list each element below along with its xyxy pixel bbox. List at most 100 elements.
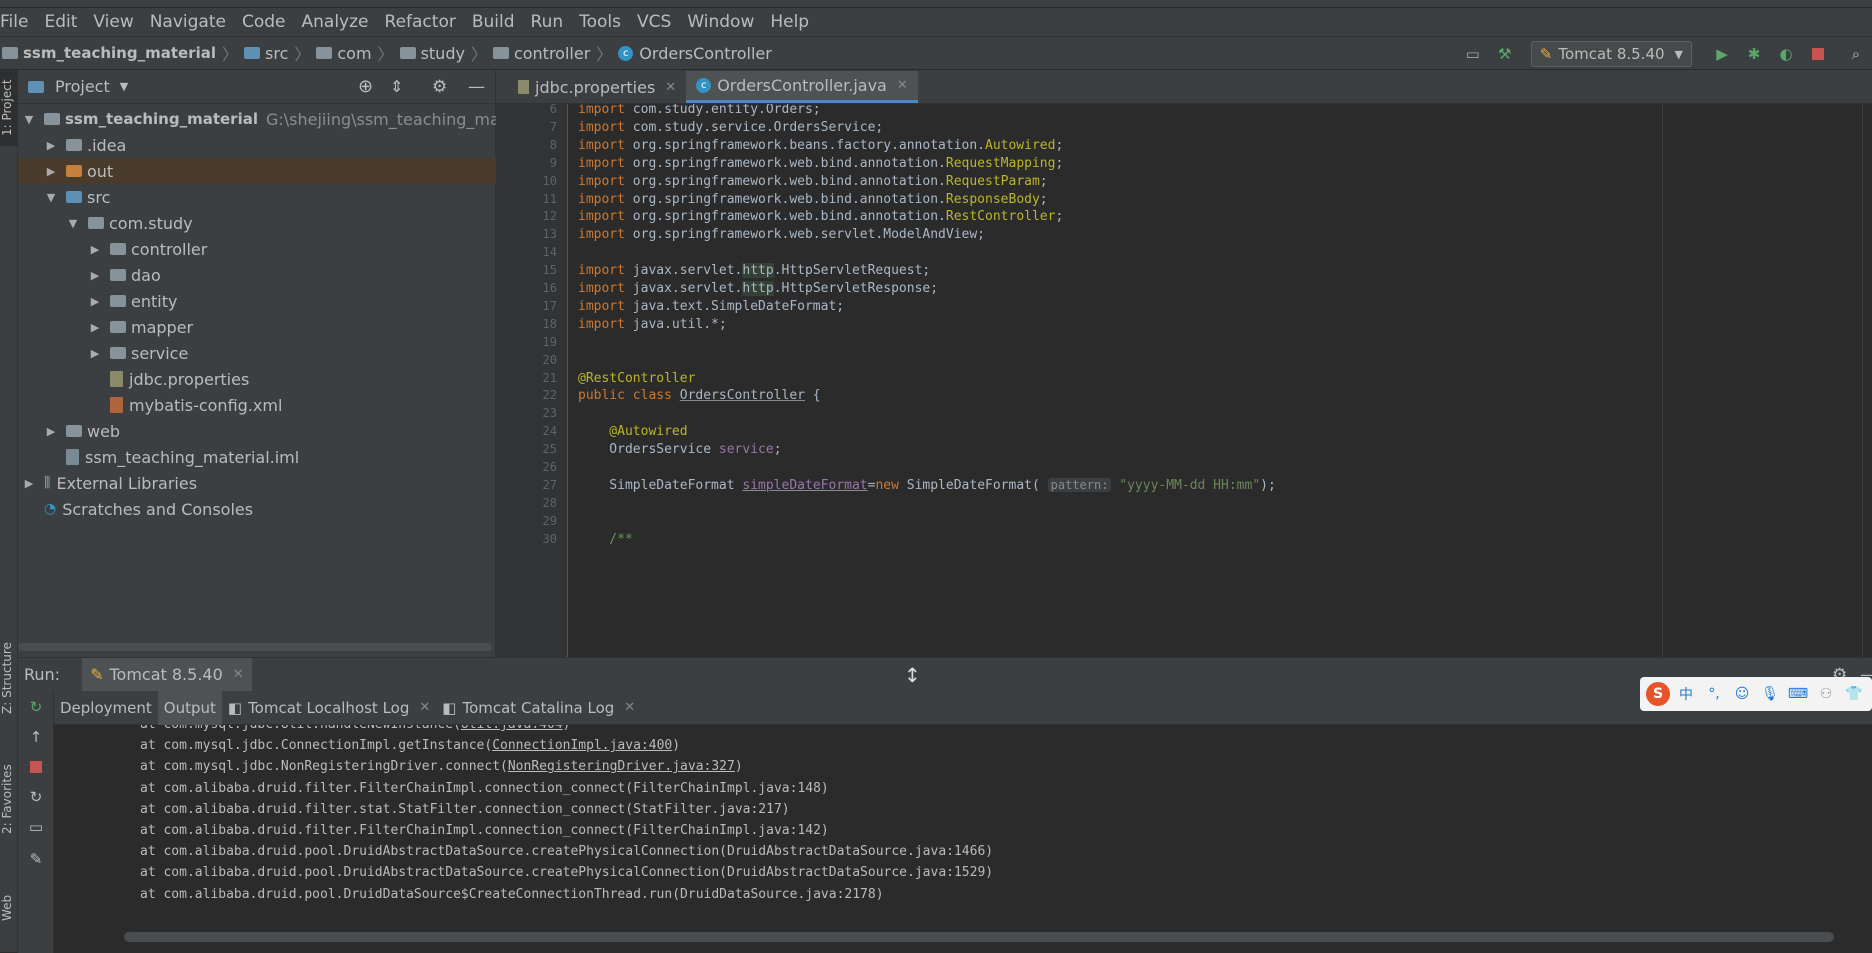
rerun-icon[interactable]: ↻ (24, 695, 48, 719)
tool-tab-structure[interactable]: Z: Structure (0, 630, 18, 726)
user-icon[interactable]: ⚇ (1814, 682, 1838, 706)
menu-analyze[interactable]: Analyze (302, 12, 369, 32)
run-configuration-select[interactable]: ✎ Tomcat 8.5.40 ▼ (1530, 41, 1692, 67)
menu-view[interactable]: View (93, 12, 133, 32)
breadcrumb-src[interactable]: src (265, 44, 288, 63)
debug-icon[interactable]: ✱ (1742, 42, 1766, 66)
menu-window[interactable]: Window (687, 12, 754, 32)
tree-item-mapper[interactable]: ▶ mapper (88, 314, 193, 340)
tree-item-scratches[interactable]: ◔ Scratches and Consoles (44, 496, 253, 522)
tree-item-com-study[interactable]: ▼ com.study (66, 210, 193, 236)
tree-item-root[interactable]: ▼ ssm_teaching_material G:\shejiing\ssm_… (22, 106, 541, 132)
close-icon[interactable]: ✕ (665, 80, 676, 95)
build-hammer-icon[interactable]: ⚒ (1493, 42, 1517, 66)
tree-item-out[interactable]: ▶ out (18, 158, 496, 184)
breadcrumb-class[interactable]: OrdersController (639, 44, 772, 63)
tab-output[interactable]: Output (157, 690, 222, 725)
tab-orders-controller[interactable]: c OrdersController.java ✕ (686, 71, 918, 103)
tool-tab-web[interactable]: Web (0, 880, 18, 936)
pin-icon[interactable]: ✎ (24, 847, 48, 871)
close-icon[interactable]: ✕ (233, 667, 244, 682)
menu-bar: File Edit View Navigate Code Analyze Ref… (0, 8, 1872, 36)
breadcrumb-controller[interactable]: controller (514, 44, 590, 63)
console-horizontal-scrollbar[interactable] (124, 932, 1834, 942)
close-icon[interactable]: ✕ (624, 700, 635, 715)
menu-file[interactable]: File (0, 12, 28, 32)
console-output[interactable]: at com.mysql.jdbc.Util.handleNewInstance… (54, 725, 1872, 953)
tab-tomcat-localhost-log[interactable]: ◧ Tomcat Localhost Log ✕ (222, 691, 436, 725)
menu-help[interactable]: Help (770, 12, 809, 32)
close-icon[interactable]: ✕ (419, 700, 430, 715)
run-config-tab[interactable]: ✎ Tomcat 8.5.40 ✕ (82, 658, 252, 691)
ime-mode-toggle[interactable]: 中 (1674, 682, 1698, 706)
expand-arrow-icon[interactable]: ▶ (44, 139, 58, 152)
tab-deployment[interactable]: Deployment (54, 691, 158, 725)
menu-edit[interactable]: Edit (44, 12, 77, 32)
expand-arrow-icon[interactable]: ▼ (66, 217, 80, 230)
skin-shirt-icon[interactable]: 👕 (1842, 682, 1866, 706)
project-structure-icon[interactable]: ▭ (1461, 42, 1485, 66)
expand-arrow-icon[interactable]: ▶ (88, 295, 102, 308)
menu-vcs[interactable]: VCS (637, 12, 671, 32)
scratches-icon: ◔ (44, 501, 57, 517)
coverage-icon[interactable]: ◐ (1774, 42, 1798, 66)
up-arrow-icon[interactable]: ↑ (24, 725, 48, 749)
menu-tools[interactable]: Tools (579, 12, 621, 32)
tab-tomcat-catalina-log[interactable]: ◧ Tomcat Catalina Log ✕ (436, 691, 641, 725)
close-icon[interactable]: ✕ (897, 78, 908, 93)
project-panel-title[interactable]: Project (55, 77, 110, 96)
tree-item-iml[interactable]: ssm_teaching_material.iml (66, 444, 299, 470)
chevron-down-icon[interactable]: ▼ (120, 80, 128, 93)
tree-item-dao[interactable]: ▶ dao (88, 262, 161, 288)
hide-panel-icon[interactable]: — (468, 77, 485, 97)
menu-code[interactable]: Code (242, 12, 286, 32)
emoji-icon[interactable]: ☺ (1730, 682, 1754, 706)
expand-arrow-icon[interactable]: ▼ (22, 113, 36, 126)
sogou-logo-icon[interactable]: S (1646, 682, 1670, 706)
horizontal-scrollbar[interactable] (18, 643, 492, 651)
expand-arrow-icon[interactable]: ▶ (44, 165, 58, 178)
expand-arrow-icon[interactable]: ▶ (88, 347, 102, 360)
menu-refactor[interactable]: Refactor (385, 12, 456, 32)
menu-build[interactable]: Build (472, 12, 515, 32)
expand-arrow-icon[interactable]: ▶ (88, 269, 102, 282)
tree-item-mybatis-config[interactable]: mybatis-config.xml (110, 392, 282, 418)
expand-arrow-icon[interactable]: ▶ (88, 243, 102, 256)
expand-arrow-icon[interactable]: ▶ (22, 477, 36, 490)
menu-navigate[interactable]: Navigate (150, 12, 226, 32)
tree-item-service[interactable]: ▶ service (88, 340, 189, 366)
tree-item-src[interactable]: ▼ src (44, 184, 111, 210)
breadcrumb-study[interactable]: study (421, 44, 465, 63)
tree-item-controller[interactable]: ▶ controller (88, 236, 208, 262)
tree-item-idea[interactable]: ▶ .idea (44, 132, 127, 158)
tree-item-entity[interactable]: ▶ entity (88, 288, 178, 314)
collapse-all-icon[interactable]: ⇕ (390, 77, 403, 96)
locate-icon[interactable]: ⊕ (358, 76, 373, 97)
stop-icon[interactable] (1806, 42, 1830, 66)
search-everywhere-icon[interactable]: ⌕ (1844, 42, 1868, 66)
ime-punctuation-toggle[interactable]: °, (1702, 682, 1726, 706)
menu-run[interactable]: Run (531, 12, 564, 32)
expand-arrow-icon[interactable]: ▶ (44, 425, 58, 438)
breadcrumb-com[interactable]: com (337, 44, 371, 63)
log-icon: ◧ (442, 698, 457, 717)
breadcrumb-project[interactable]: ssm_teaching_material (23, 44, 216, 62)
tree-item-jdbc-properties[interactable]: jdbc.properties (110, 366, 249, 392)
expand-arrow-icon[interactable]: ▼ (44, 191, 58, 204)
stop-icon[interactable] (24, 755, 48, 779)
tool-tab-project[interactable]: 1: Project (0, 70, 18, 146)
tree-item-web[interactable]: ▶ web (44, 418, 120, 444)
layout-icon[interactable]: ▭ (24, 815, 48, 839)
code-area[interactable]: import com.study.entity.Orders; import co… (568, 104, 1872, 657)
line-number-gutter: 6 7 8 9 10 11 12 13 14 15 16 17 18 19 20 21 22 23 24 25 26 27… (496, 102, 568, 657)
expand-arrow-icon[interactable]: ▶ (88, 321, 102, 334)
tree-item-external-libraries[interactable]: ▶ ⫼ External Libraries (22, 470, 197, 496)
tool-tab-favorites[interactable]: 2: Favorites (0, 750, 18, 848)
microphone-icon[interactable]: 🎙 (1758, 682, 1782, 706)
keyboard-icon[interactable]: ⌨ (1786, 682, 1810, 706)
tab-jdbc-properties[interactable]: jdbc.properties ✕ (508, 71, 686, 103)
run-icon[interactable]: ▶ (1710, 42, 1734, 66)
update-icon[interactable]: ↻ (24, 785, 48, 809)
gear-icon[interactable]: ⚙ (432, 77, 447, 97)
code-line: public class OrdersController { (578, 388, 821, 404)
